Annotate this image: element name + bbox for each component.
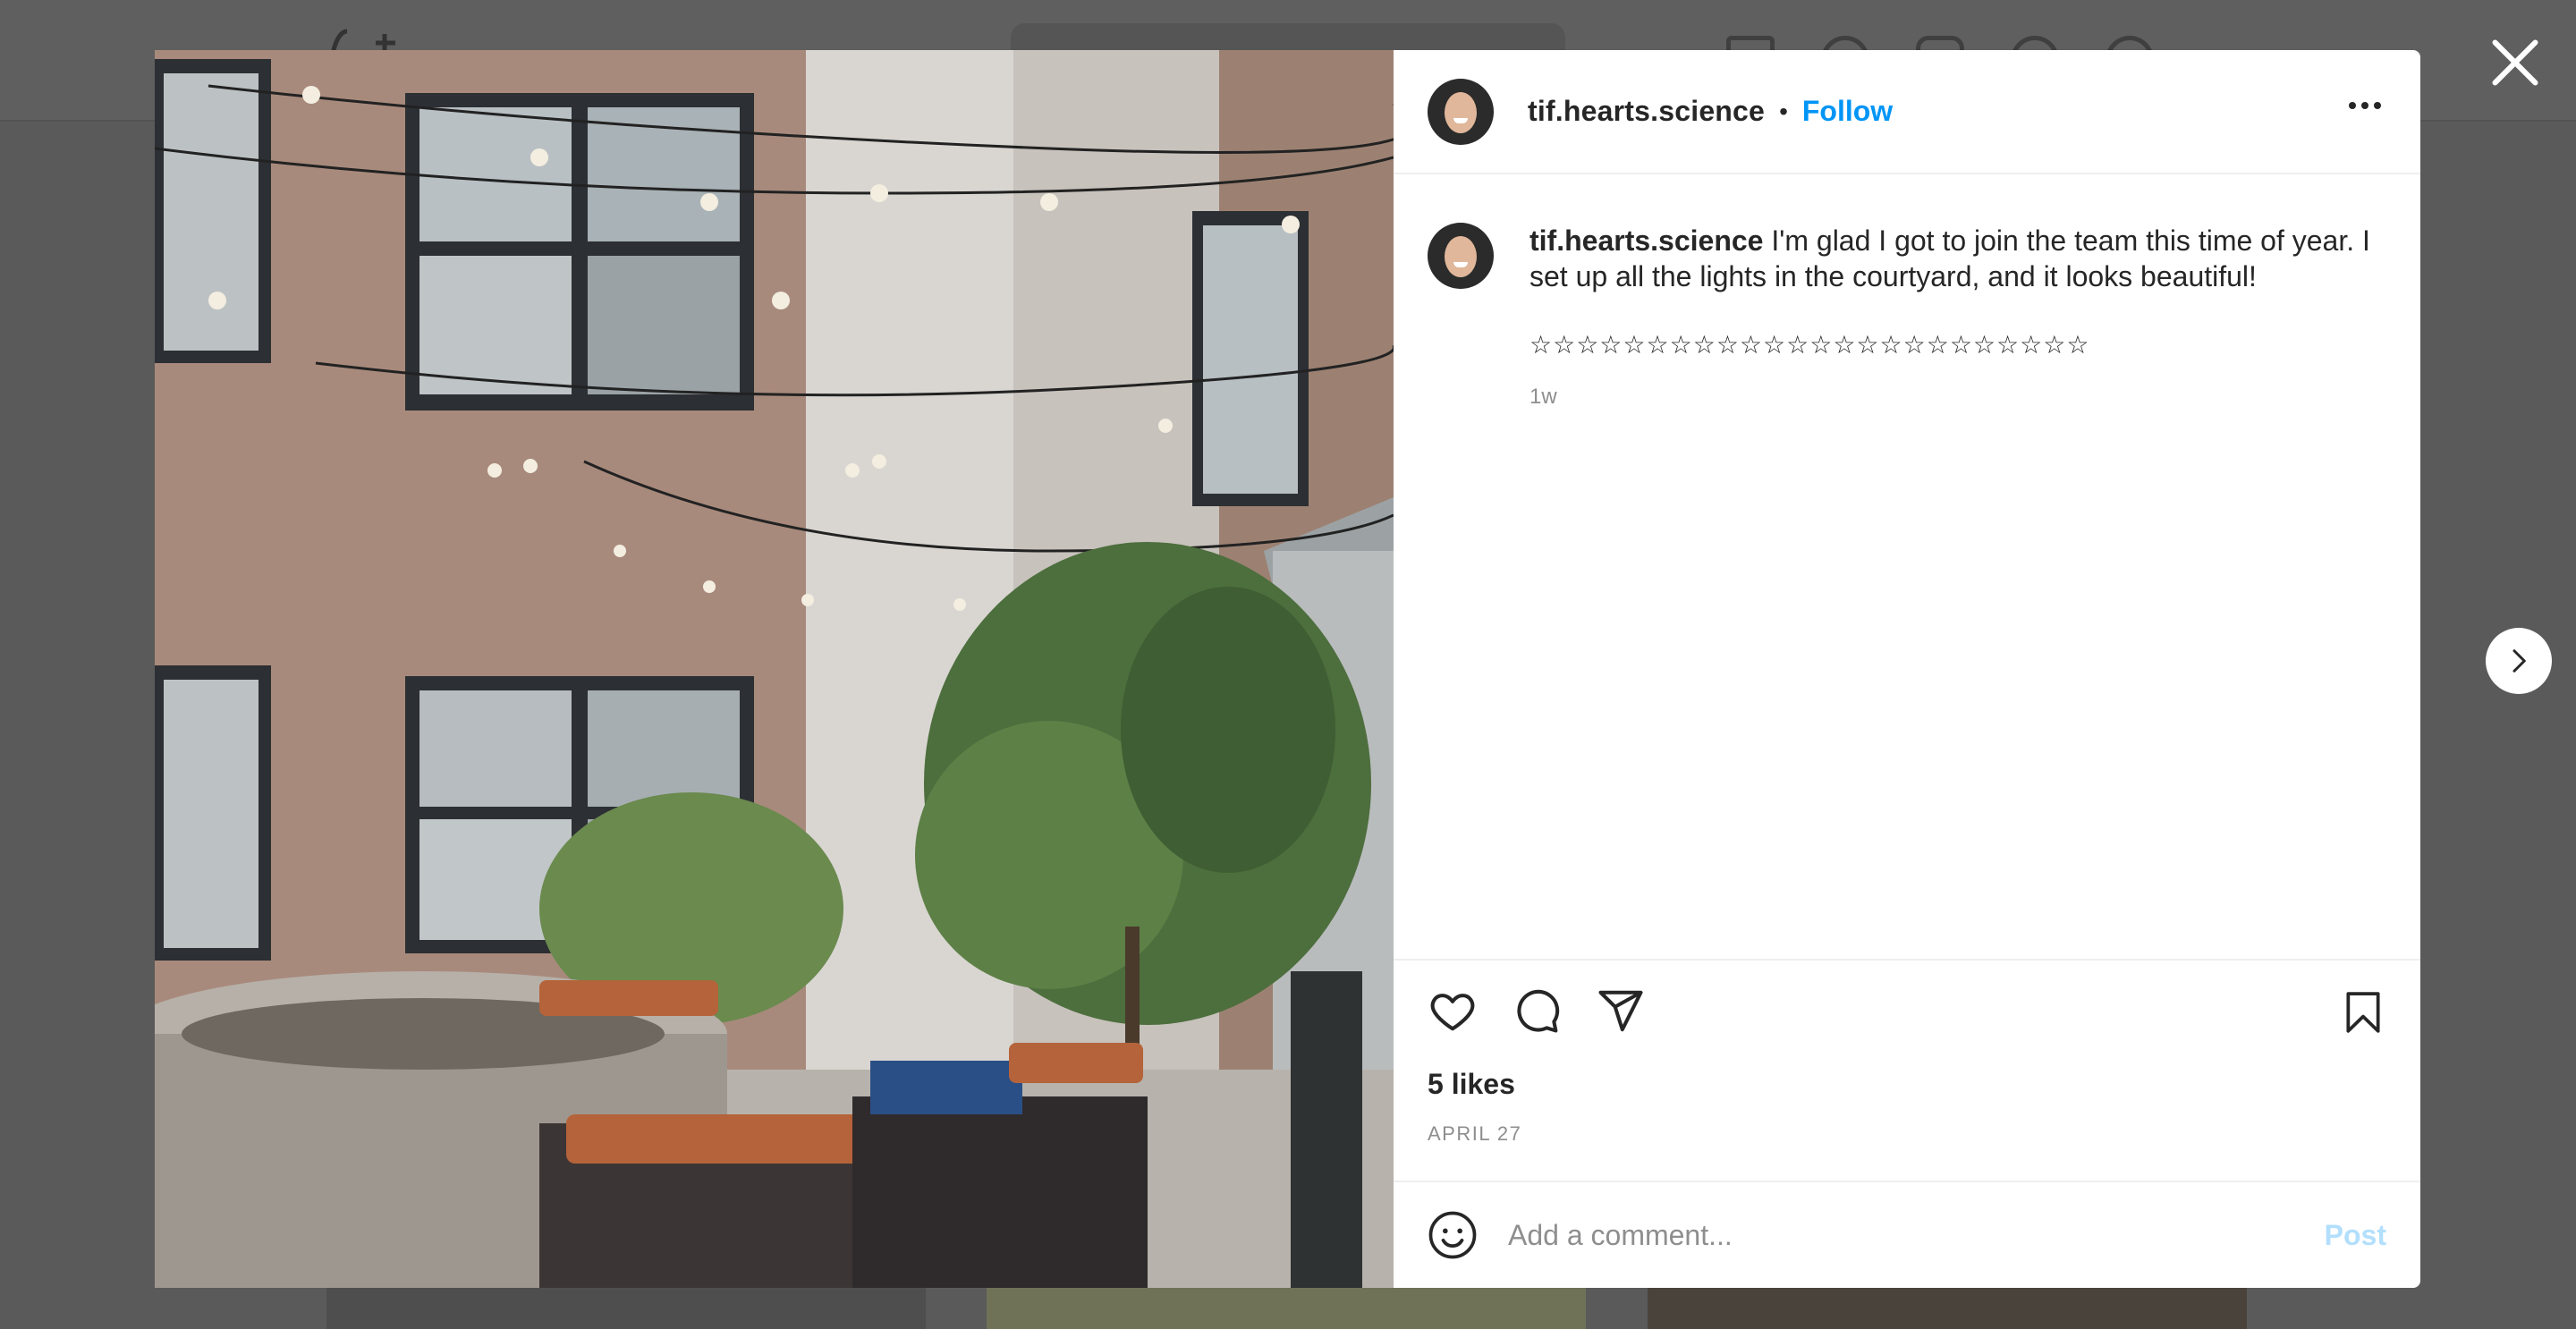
separator-dot: • (1779, 97, 1788, 125)
avatar[interactable] (1428, 223, 1494, 289)
comment-icon[interactable] (1512, 986, 1562, 1036)
comment-input[interactable] (1508, 1218, 2325, 1252)
caption: tif.hearts.science I'm glad I got to joi… (1530, 223, 2386, 294)
star-row: ☆☆☆☆☆☆☆☆☆☆☆☆☆☆☆☆☆☆☆☆☆☆☆☆ (1530, 331, 2090, 359)
post-time[interactable]: 1w (1530, 385, 2386, 410)
follow-button[interactable]: Follow (1802, 95, 1893, 128)
avatar[interactable] (1428, 78, 1494, 145)
post-header: tif.hearts.science • Follow (1394, 50, 2420, 174)
post-side-panel: tif.hearts.science • Follow tif.hearts.s… (1394, 50, 2420, 1288)
action-bar: 5 likes APRIL 27 (1394, 959, 2420, 1181)
share-icon[interactable] (1596, 986, 1646, 1036)
bookmark-icon[interactable] (2338, 987, 2388, 1037)
more-options-icon[interactable] (2349, 102, 2381, 109)
post-photo[interactable] (155, 50, 1394, 1288)
close-icon[interactable] (2488, 36, 2542, 89)
heart-icon[interactable] (1428, 986, 1478, 1036)
likes-count[interactable]: 5 likes (1428, 1068, 2386, 1101)
comment-bar: Post (1394, 1181, 2420, 1288)
emoji-icon[interactable] (1428, 1210, 1478, 1260)
courtyard-image (155, 50, 1394, 1288)
comments-area: tif.hearts.science I'm glad I got to joi… (1394, 174, 2420, 959)
chevron-right-icon[interactable] (2486, 628, 2552, 694)
caption-username[interactable]: tif.hearts.science (1530, 224, 1763, 257)
caption-block: tif.hearts.science I'm glad I got to joi… (1530, 223, 2386, 959)
action-icons (1428, 986, 2386, 1036)
post-modal: tif.hearts.science • Follow tif.hearts.s… (155, 50, 2420, 1288)
username-link[interactable]: tif.hearts.science (1528, 95, 1765, 128)
post-comment-button[interactable]: Post (2325, 1219, 2386, 1252)
post-date: APRIL 27 (1428, 1122, 1522, 1145)
